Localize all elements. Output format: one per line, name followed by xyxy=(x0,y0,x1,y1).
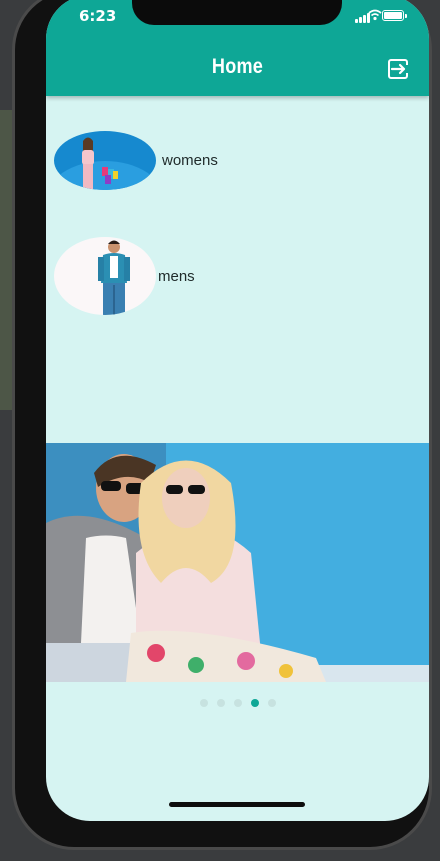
app-bar: 6:23 Home xyxy=(46,0,429,96)
promo-banner-image[interactable] xyxy=(46,443,429,682)
device-notch xyxy=(132,0,342,25)
carousel-dot-1[interactable] xyxy=(199,699,208,707)
carousel-dot-5[interactable] xyxy=(267,699,276,707)
carousel-dot-4[interactable] xyxy=(250,699,259,707)
page-title: Home xyxy=(211,55,264,78)
category-label: mens xyxy=(158,267,195,285)
logout-icon[interactable] xyxy=(386,57,410,81)
battery-icon xyxy=(382,10,407,21)
category-item-womens[interactable]: womens xyxy=(54,131,218,190)
category-label: womens xyxy=(162,152,218,169)
phone-frame: 6:23 Home womens mens xyxy=(12,0,432,850)
category-item-mens[interactable]: mens xyxy=(54,237,195,315)
carousel-dot-2[interactable] xyxy=(216,699,225,707)
home-indicator xyxy=(169,802,305,807)
carousel-dot-3[interactable] xyxy=(233,699,242,707)
wifi-icon xyxy=(368,9,382,21)
womens-category-image xyxy=(54,131,156,190)
status-time: 6:23 xyxy=(79,7,117,25)
carousel-pagination xyxy=(46,699,429,707)
app-screen: 6:23 Home womens mens xyxy=(46,0,429,821)
mens-category-image xyxy=(54,237,156,315)
